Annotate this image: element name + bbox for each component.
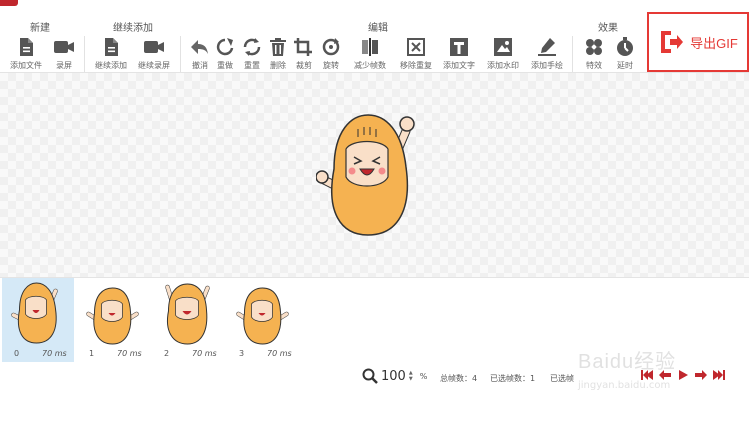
preview-canvas[interactable] <box>0 72 749 278</box>
frame-index: 3 <box>239 349 245 358</box>
continue-record-label: 继续录屏 <box>138 61 170 70</box>
add-file-icon <box>20 38 33 56</box>
add-file-label: 添加文件 <box>10 61 42 70</box>
export-gif-button[interactable]: 导出GIF <box>647 12 749 72</box>
frame-thumbnail <box>236 287 289 345</box>
remove-duplicates-button[interactable]: 移除重复 <box>396 36 436 71</box>
zoom-down-icon[interactable]: ▼ <box>409 376 413 382</box>
frame-thumbnail <box>165 283 210 345</box>
continue-add-button[interactable]: 继续添加 <box>91 36 131 71</box>
reduce-frames-button[interactable]: 减少帧数 <box>350 36 390 71</box>
selected-frames-partial: 已选帧 <box>550 374 574 383</box>
reduce-frames-icon <box>362 38 378 56</box>
add-drawing-button[interactable]: 添加手绘 <box>527 36 567 71</box>
text-icon <box>450 38 468 56</box>
frame-index: 2 <box>164 349 170 358</box>
remove-duplicates-icon <box>407 38 425 56</box>
rotate-label: 旋转 <box>323 61 339 70</box>
zoom-icon[interactable] <box>362 368 378 384</box>
record-screen-button[interactable]: 录屏 <box>44 36 84 71</box>
frame-item[interactable]: 1 70 ms <box>77 278 149 362</box>
rotate-button[interactable]: 旋转 <box>311 36 351 71</box>
zoom-unit: % <box>419 371 428 381</box>
toolbar-ribbon: 新建 继续添加 编辑 效果 添加文件 录屏 继续添加 继续录屏 撤消 重做 重置… <box>0 14 749 80</box>
preview-image <box>316 114 415 236</box>
watermark-text: Baidu经验 <box>578 351 677 373</box>
video-camera-icon <box>54 41 74 53</box>
group-label-effects: 效果 <box>598 23 618 34</box>
frame-index: 0 <box>14 349 20 358</box>
zoom-control: 100 ▲ ▼ % <box>362 368 427 384</box>
zoom-value[interactable]: 100 <box>381 369 406 384</box>
frame-item[interactable]: 3 70 ms <box>227 278 299 362</box>
frame-duration: 70 ms <box>42 349 67 358</box>
frame-duration: 70 ms <box>267 349 292 358</box>
add-watermark-button[interactable]: 添加水印 <box>483 36 523 71</box>
frame-thumbnail <box>86 287 139 345</box>
effects-icon <box>586 39 602 55</box>
frame-item[interactable]: 2 70 ms <box>152 278 224 362</box>
continue-add-label: 继续添加 <box>95 61 127 70</box>
add-text-button[interactable]: 添加文字 <box>439 36 479 71</box>
reduce-frames-label: 减少帧数 <box>354 61 386 70</box>
app-logo <box>0 0 18 6</box>
export-icon <box>661 31 684 53</box>
frame-index: 1 <box>89 349 95 358</box>
group-label-edit: 编辑 <box>368 23 388 34</box>
record-screen-label: 录屏 <box>56 61 72 70</box>
frame-item[interactable]: 0 70 ms <box>2 278 74 362</box>
zoom-stepper[interactable]: ▲ ▼ <box>409 370 413 382</box>
rotate-icon <box>322 38 340 56</box>
add-drawing-label: 添加手绘 <box>531 61 563 70</box>
add-text-label: 添加文字 <box>443 61 475 70</box>
total-frames: 总帧数：4 <box>440 374 478 383</box>
frame-duration: 70 ms <box>117 349 142 358</box>
group-label-new: 新建 <box>30 23 50 34</box>
watermark-icon <box>494 38 512 56</box>
continue-record-button[interactable]: 继续录屏 <box>134 36 174 71</box>
timer-icon <box>617 37 633 56</box>
delay-button[interactable]: 延时 <box>605 36 645 71</box>
add-file-icon <box>105 38 118 56</box>
add-file-button[interactable]: 添加文件 <box>6 36 46 71</box>
frame-duration: 70 ms <box>192 349 217 358</box>
draw-icon <box>538 38 556 56</box>
selected-frames: 已选帧数：1 <box>490 374 536 383</box>
export-gif-label: 导出GIF <box>690 35 738 51</box>
watermark-url: jingyan.baidu.com <box>578 380 671 391</box>
remove-duplicates-label: 移除重复 <box>400 61 432 70</box>
add-watermark-label: 添加水印 <box>487 61 519 70</box>
watermark-overlay: Baidu经验 jingyan.baidu.com <box>578 345 738 405</box>
video-camera-icon <box>144 41 164 53</box>
frame-thumbnail <box>11 282 58 344</box>
group-label-continue-add: 继续添加 <box>113 23 153 34</box>
